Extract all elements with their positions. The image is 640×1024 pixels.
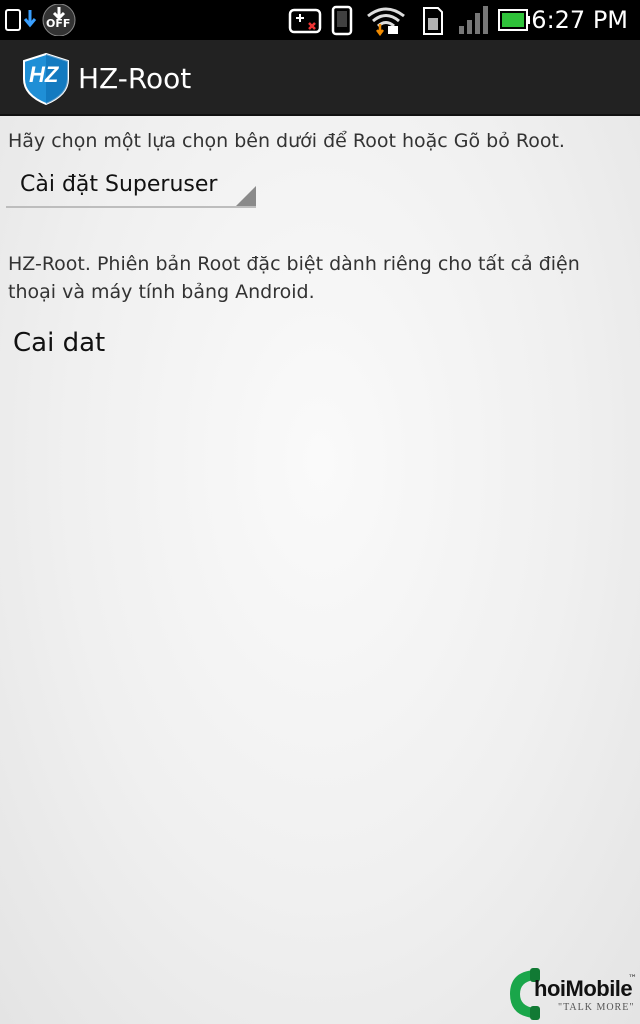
gamepad-icon [288,8,322,34]
status-time: 6:27 PM [531,6,628,34]
off-badge-text: OFF [46,17,71,30]
spinner-selected-value: Cài đặt Superuser [20,172,218,197]
signal-icon [459,6,488,34]
install-action-text[interactable]: Cai dat [13,326,105,360]
watermark-logo: hoiMobile ™ "TALK MORE" [504,966,638,1022]
description-text: HZ-Root. Phiên bản Root đặc biệt dành ri… [8,253,580,303]
phone-icon [331,5,353,36]
sdcard-icon [423,7,443,35]
app-logo[interactable]: HZ [22,53,70,105]
watermark-brand: hoiMobile [534,976,633,1001]
action-bar: HZ HZ-Root [0,40,640,116]
instruction-text: Hãy chọn một lựa chọn bên dưới để Root h… [8,130,565,152]
watermark-tm: ™ [628,974,637,984]
status-bar: OFF 6:27 PM [0,0,640,40]
root-option-spinner[interactable]: Cài đặt Superuser [6,164,256,208]
spinner-arrow-icon [236,186,256,206]
watermark-tagline: "TALK MORE" [558,1002,635,1013]
app-title: HZ-Root [78,62,192,95]
battery-icon [498,9,530,31]
screenshot-download-icon [5,9,37,31]
logo-text: HZ [29,62,59,87]
wifi-icon [367,7,405,36]
